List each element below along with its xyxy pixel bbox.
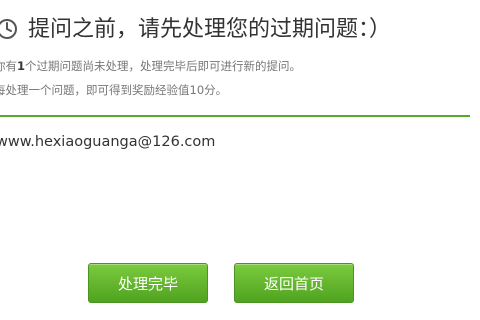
back-home-button[interactable]: 返回首页	[234, 263, 354, 303]
page-title: 提问之前，请先处理您的过期问题：）	[28, 17, 392, 42]
page: 提问之前，请先处理您的过期问题：） 你有1个过期问题尚未处理，处理完毕后即可进行…	[0, 0, 480, 320]
notice-suffix: 个过期问题尚未处理，处理完毕后即可进行新的提问。	[25, 59, 302, 73]
clock-icon	[0, 18, 18, 40]
notice-prefix: 你有	[0, 59, 17, 73]
header: 提问之前，请先处理您的过期问题：）	[0, 14, 480, 48]
divider	[0, 115, 470, 117]
expired-count: 1	[17, 59, 26, 73]
done-button[interactable]: 处理完毕	[88, 263, 208, 303]
notice-line-2: 每处理一个问题，即可得到奖励经验值10分。	[0, 83, 228, 97]
notice-line-1: 你有1个过期问题尚未处理，处理完毕后即可进行新的提问。	[0, 58, 301, 74]
account-email: www.hexiaoguanga@126.com	[0, 134, 216, 150]
